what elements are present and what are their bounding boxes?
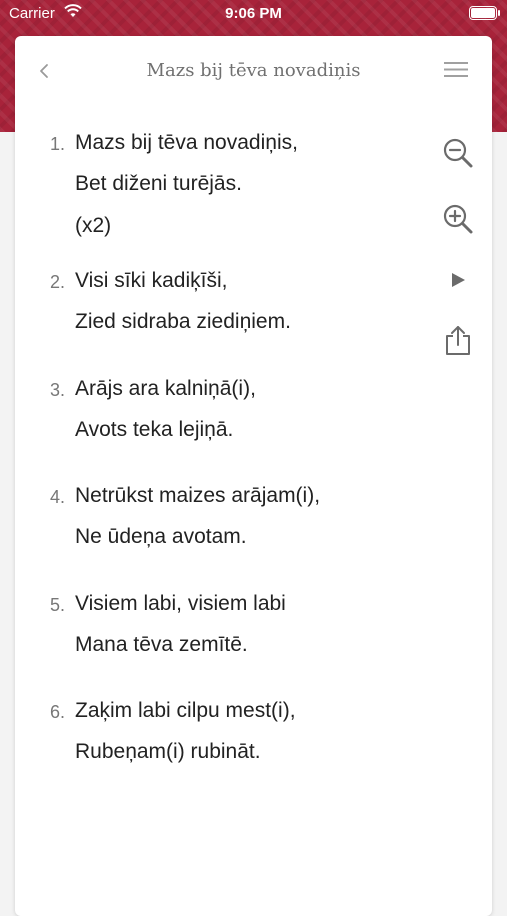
lyric-line: Avots teka lejiņā.	[75, 418, 234, 441]
verse-number: 3.	[49, 380, 65, 400]
verse-number: 5.	[49, 595, 65, 615]
zoom-out-icon	[443, 138, 473, 168]
lyric-line: Netrūkst maizes arājam(i),	[75, 484, 321, 507]
menu-button[interactable]	[444, 60, 468, 80]
chevron-left-icon	[40, 64, 48, 78]
lyric-line: Zaķim labi cilpu mest(i),	[75, 699, 296, 722]
play-icon	[452, 273, 465, 287]
zoom-out-button[interactable]	[441, 136, 475, 170]
share-icon	[446, 326, 470, 355]
navigation-bar: Mazs bij tēva novadiņis	[15, 36, 492, 106]
song-title: Mazs bij tēva novadiņis	[146, 60, 361, 81]
lyric-line: Arājs ara kalniņā(i),	[75, 377, 256, 400]
lyric-line: Ne ūdeņa avotam.	[75, 525, 247, 548]
battery-icon	[469, 6, 500, 20]
verse-number: 4.	[49, 487, 65, 507]
status-bar: Carrier 9:06 PM	[0, 0, 507, 28]
song-card: Mazs bij tēva novadiņis 1. Mazs bij tēva…	[15, 36, 492, 916]
clock: 9:06 PM	[225, 5, 282, 22]
verse-number: 6.	[49, 702, 65, 722]
lyric-line: Visi sīki kadiķīši,	[75, 269, 228, 292]
back-button[interactable]	[35, 56, 57, 86]
zoom-in-button[interactable]	[441, 202, 475, 236]
share-button[interactable]	[441, 324, 475, 358]
play-button[interactable]	[441, 263, 475, 297]
lyric-line: Mana tēva zemītē.	[75, 633, 248, 656]
hamburger-menu-icon	[444, 62, 468, 77]
lyric-line: Visiem labi, visiem labi	[75, 592, 286, 615]
lyric-line: (x2)	[75, 214, 112, 237]
zoom-in-icon	[443, 204, 473, 234]
lyric-line: Rubeņam(i) rubināt.	[75, 740, 261, 763]
lyric-line: Zied sidraba ziediņiem.	[75, 310, 291, 333]
verse-number: 1.	[49, 134, 65, 154]
lyric-line: Bet diženi turējās.	[75, 172, 242, 195]
verse-number: 2.	[49, 272, 65, 292]
lyric-line: Mazs bij tēva novadiņis,	[75, 131, 298, 154]
